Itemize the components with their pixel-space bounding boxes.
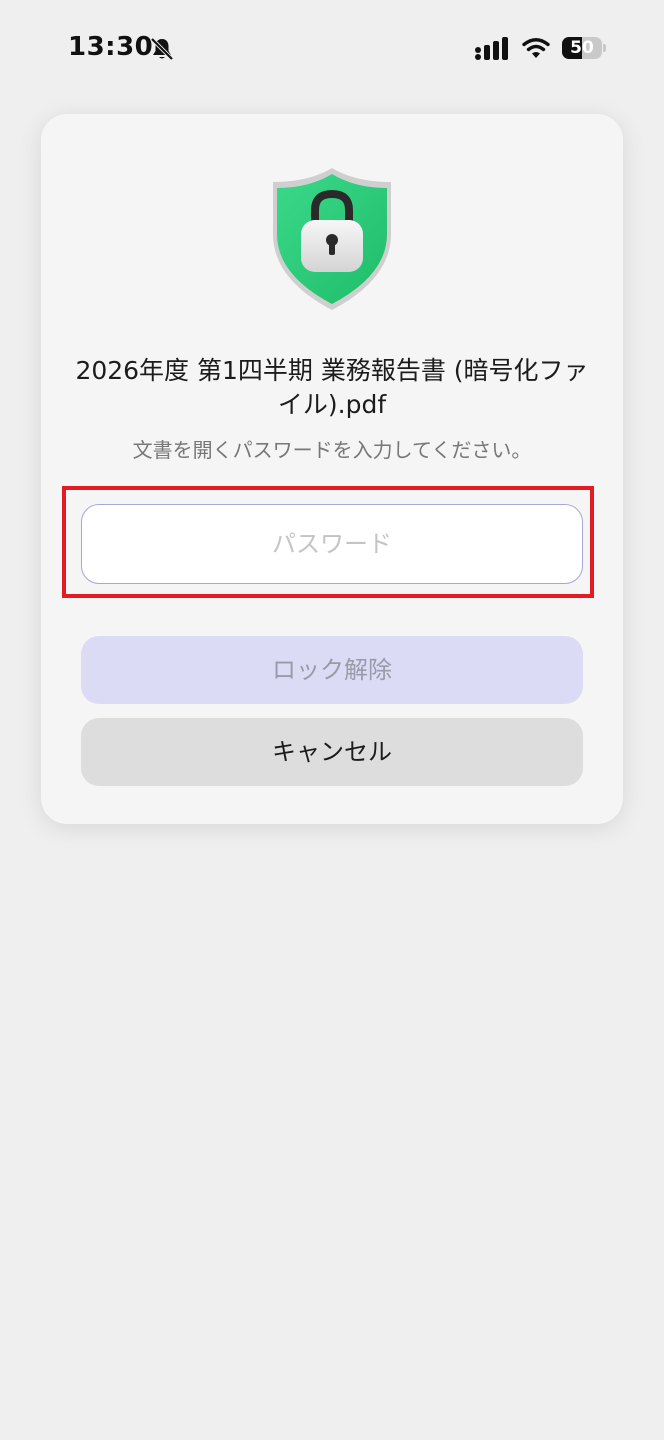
unlock-button[interactable]: ロック解除 <box>81 636 583 704</box>
status-bar: 13:30 50 <box>0 0 664 96</box>
dialog-title: 2026年度 第1四半期 業務報告書 (暗号化ファイル).pdf <box>75 356 589 419</box>
battery-level: 50 <box>570 38 594 58</box>
bell-slash-icon <box>150 37 174 61</box>
wifi-icon <box>522 38 550 58</box>
password-dialog: 2026年度 第1四半期 業務報告書 (暗号化ファイル).pdf 文書を開くパス… <box>41 114 623 824</box>
password-input[interactable] <box>81 504 583 584</box>
battery-tip <box>603 44 606 52</box>
shield-lock-icon <box>273 168 391 310</box>
dialog-subtitle: 文書を開くパスワードを入力してください。 <box>132 438 532 462</box>
battery-icon: 50 <box>562 37 606 61</box>
signal-icon <box>475 37 508 60</box>
status-time: 13:30 <box>68 32 154 62</box>
cancel-button[interactable]: キャンセル <box>81 718 583 786</box>
battery-body: 50 <box>562 37 602 59</box>
